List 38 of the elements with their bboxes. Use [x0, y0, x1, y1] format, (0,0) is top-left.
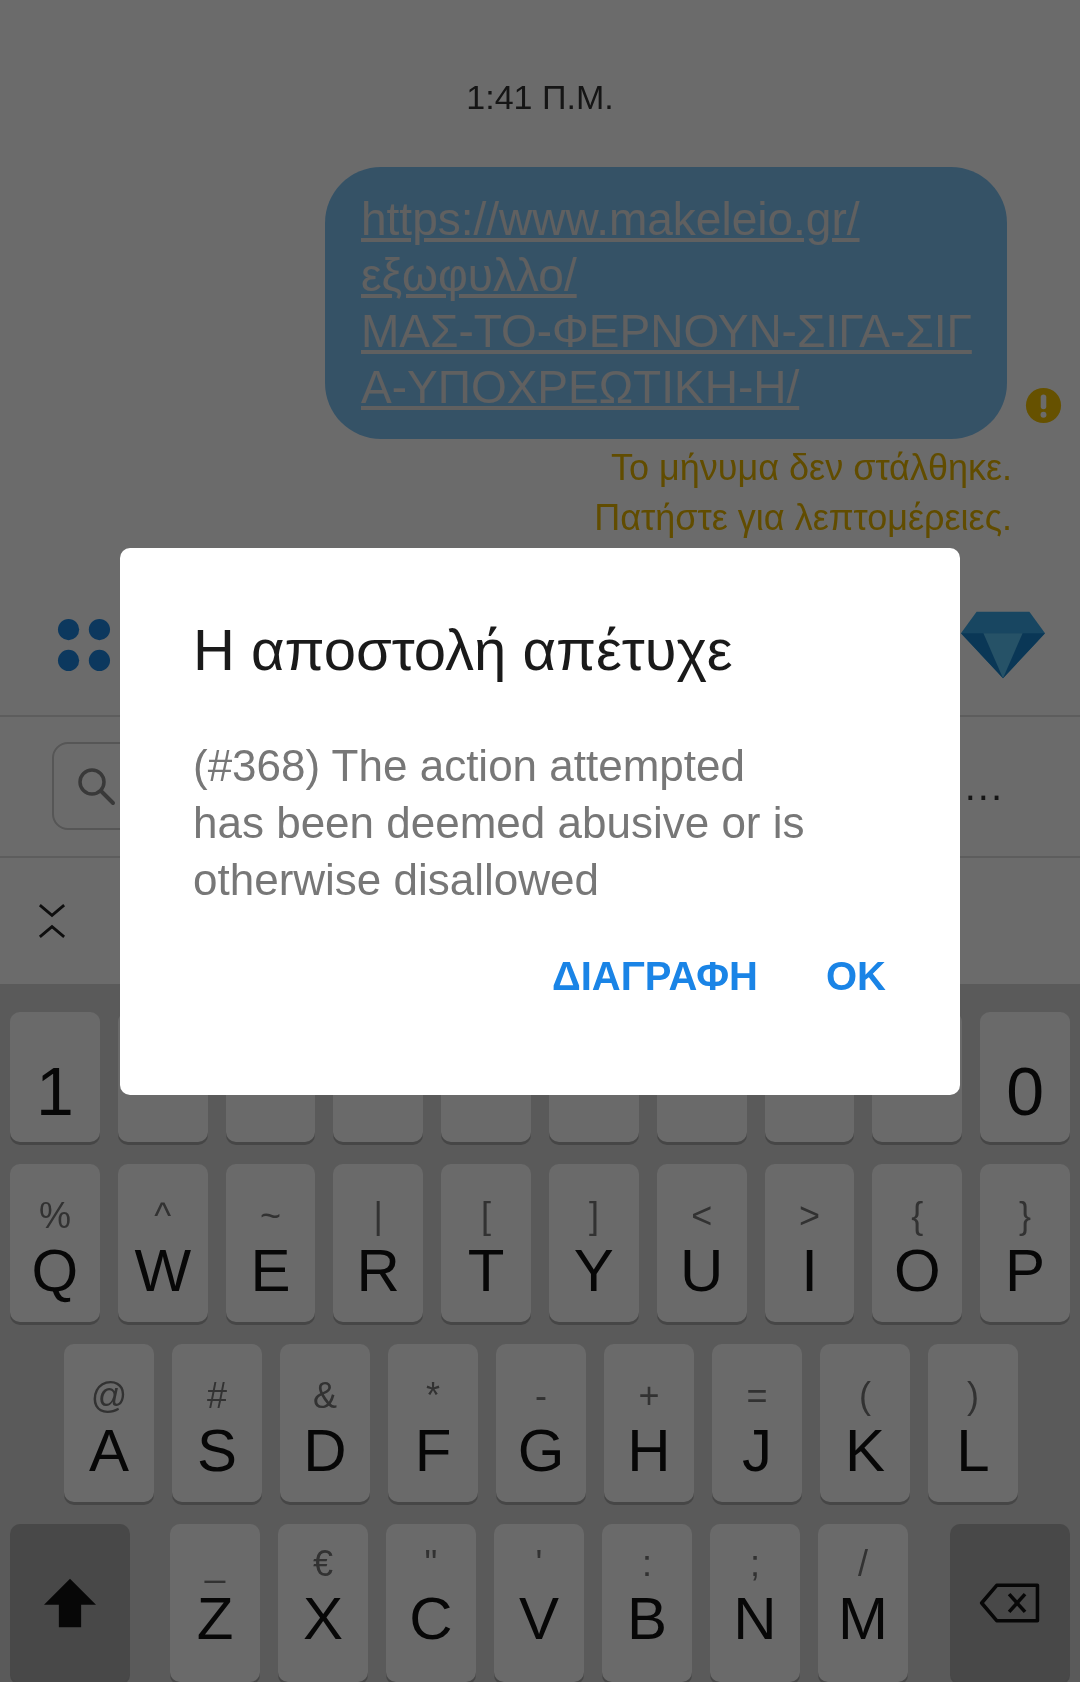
keyboard-key[interactable]: > I [764, 1164, 855, 1322]
keyboard-key[interactable]: & D [280, 1344, 370, 1502]
shift-key[interactable] [10, 1524, 130, 1682]
search-icon [76, 766, 116, 807]
keyboard-key[interactable]: € X [278, 1524, 368, 1682]
keyboard-key[interactable]: ' V [494, 1524, 584, 1682]
keyboard-key[interactable]: _ Z [170, 1524, 260, 1682]
keyboard-key[interactable]: + H [604, 1344, 694, 1502]
grid-dots-icon[interactable] [57, 618, 111, 673]
keyboard-key[interactable]: ] Y [549, 1164, 639, 1322]
keyboard-key[interactable]: 1 [10, 1012, 100, 1142]
dialog-title: Η αποστολή απέτυχε [193, 616, 734, 683]
backspace-key[interactable] [950, 1524, 1070, 1682]
keyboard-key[interactable]: { O [872, 1164, 963, 1322]
keyboard-key[interactable]: ; N [710, 1524, 800, 1682]
keyboard-key[interactable]: = J [712, 1344, 802, 1502]
keyboard-key[interactable]: | R [333, 1164, 424, 1322]
keyboard-key[interactable]: [ T [441, 1164, 531, 1322]
keyboard-key[interactable]: : B [602, 1524, 692, 1682]
keyboard-key[interactable]: < U [656, 1164, 747, 1322]
keyboard-key[interactable]: ^ W [117, 1164, 208, 1322]
keyboard-key[interactable]: / M [818, 1524, 908, 1682]
keyboard-key[interactable]: % Q [10, 1164, 100, 1322]
more-options[interactable]: ... [964, 763, 1004, 809]
keyboard-key[interactable]: ) L [928, 1344, 1018, 1502]
keyboard-key[interactable]: ~ E [225, 1164, 316, 1322]
keyboard-key[interactable]: # S [172, 1344, 262, 1502]
dialog-button[interactable]: OK [822, 946, 890, 1007]
keyboard-key[interactable]: } P [980, 1164, 1070, 1322]
dialog-button[interactable]: ΔΙΑΓΡΑΦΗ [547, 946, 762, 1007]
dialog-message: (#368) The action attempted has been deemed abusive or is otherwise disallowed [193, 740, 806, 906]
keyboard-key[interactable]: 0 [980, 1012, 1070, 1142]
keyboard-key[interactable]: ( K [820, 1344, 910, 1502]
message-timestamp: 1:41 Π.Μ. [466, 78, 614, 117]
keyboard-key[interactable]: * F [388, 1344, 478, 1502]
keyboard-key[interactable]: - G [496, 1344, 586, 1502]
keyboard-key[interactable]: @ A [64, 1344, 154, 1502]
keyboard-key[interactable]: " C [386, 1524, 476, 1682]
